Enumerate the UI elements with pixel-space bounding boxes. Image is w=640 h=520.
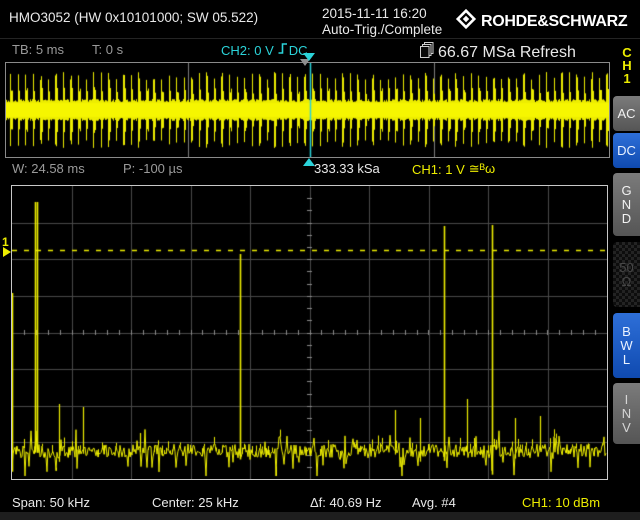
resolution-bandwidth-readout: Δf: 40.69 Hz: [310, 495, 382, 510]
channel1-reference-marker[interactable]: 1: [2, 236, 9, 248]
fft-window-width-readout: W: 24.58 ms: [12, 161, 85, 176]
sample-rate-readout: 66.67 MSa Refresh: [420, 42, 576, 63]
ch1-coupling-bwl-flags: ≅ᴮω: [469, 161, 495, 177]
window-sample-rate-readout: 333.33 kSa: [314, 161, 380, 176]
datetime: 2015-11-11 16:20: [322, 6, 427, 21]
coupling-dc-button[interactable]: DC: [613, 133, 640, 168]
device-title: HMO3052 (HW 0x10101000; SW 05.522): [9, 10, 258, 25]
fifty-ohm-button: 50 Ω: [613, 242, 640, 307]
center-frequency-readout: Center: 25 kHz: [152, 495, 239, 510]
bandwidth-limit-button[interactable]: B W L: [613, 313, 640, 378]
fft-spectrum-display: [12, 186, 607, 479]
coupling-ac-button[interactable]: AC: [613, 96, 640, 131]
oscilloscope-screen: HMO3052 (HW 0x10101000; SW 05.522) 2015-…: [0, 0, 640, 520]
timebase-readout: TB: 5 ms: [12, 42, 64, 57]
reference-marker-arrow-icon: [3, 247, 11, 257]
acquisition-memory-icon: [420, 42, 434, 63]
acquisition-status: Auto-Trig./Complete: [322, 22, 442, 37]
gnd-button[interactable]: G N D: [613, 173, 640, 236]
ch1-level-scale-readout: CH1: 10 dBm: [522, 495, 600, 510]
ch1-scale-label: CH1: 1 V: [412, 162, 465, 177]
ch2-level-label: CH2: 0 V: [221, 43, 274, 58]
rising-edge-icon: [278, 42, 288, 58]
fft-window-position-readout: P: -100 µs: [123, 161, 183, 176]
ch2-trigger-readout: CH2: 0 V DC: [221, 42, 308, 58]
time-domain-window: [5, 62, 610, 158]
channel1-tag: C H 1: [619, 46, 635, 85]
span-readout: Span: 50 kHz: [12, 495, 90, 510]
trigger-time-readout: T: 0 s: [92, 42, 123, 57]
brand-name: ROHDE&SCHWARZ: [481, 14, 627, 29]
fft-window-top-marker[interactable]: [303, 53, 315, 61]
time-domain-waveform: [6, 63, 609, 157]
ch1-scale-readout: CH1: 1 V ≅ᴮω: [412, 161, 495, 177]
average-count-readout: Avg. #4: [412, 495, 456, 510]
brand-logo: ROHDE&SCHWARZ: [455, 8, 627, 35]
sample-rate-label: 66.67 MSa Refresh: [438, 44, 576, 62]
rohde-schwarz-logo-icon: [455, 8, 477, 35]
bottom-strip: [0, 512, 640, 520]
header-divider: [0, 38, 640, 39]
invert-button[interactable]: I N V: [613, 383, 640, 444]
fft-spectrum-window: [11, 185, 608, 480]
